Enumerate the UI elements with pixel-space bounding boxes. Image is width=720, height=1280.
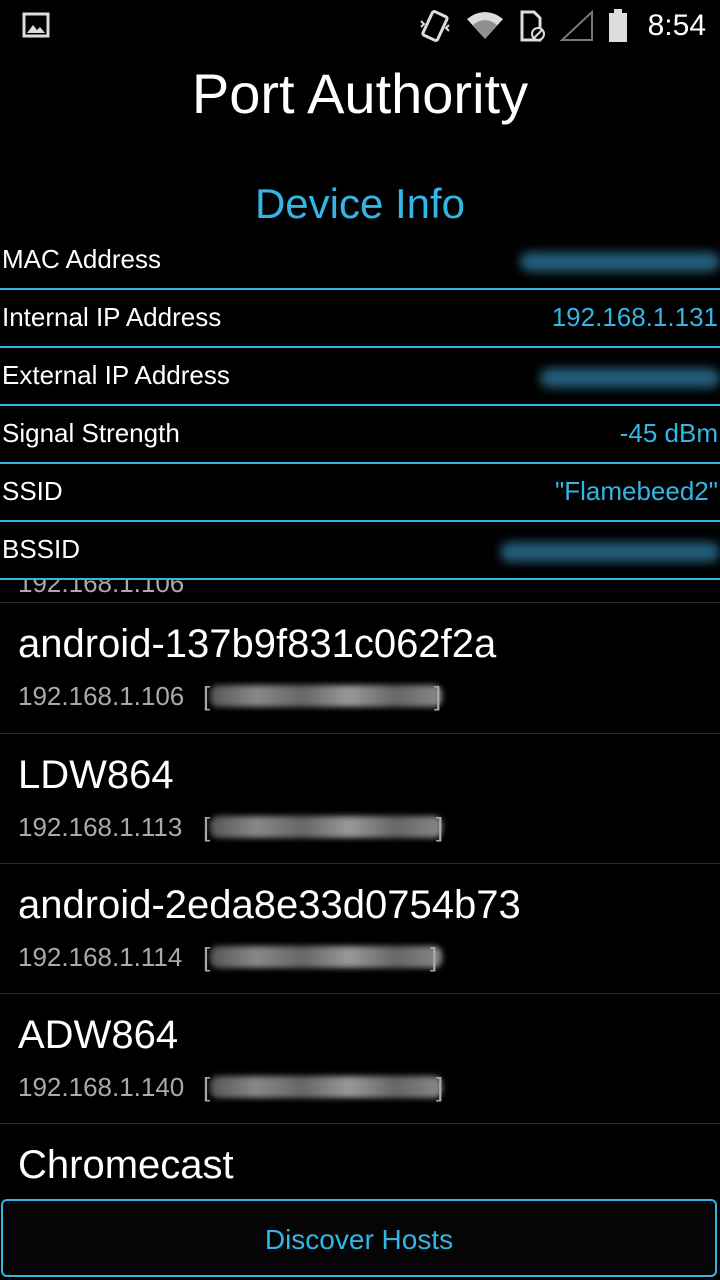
- host-item-2[interactable]: android-2eda8e33d0754b73 192.168.1.114 […: [0, 864, 720, 994]
- internal-ip-value: 192.168.1.131: [551, 302, 718, 332]
- host-name: ADW864: [18, 1013, 179, 1057]
- mac-bracket-close: ]: [436, 1072, 444, 1102]
- host-item-1[interactable]: LDW864 192.168.1.113 [ ]: [0, 734, 720, 864]
- clipped-host-ip: 192.168.1.106: [18, 580, 185, 598]
- discover-hosts-button[interactable]: Discover Hosts: [1, 1199, 717, 1277]
- signal-strength-value: -45 dBm: [619, 418, 718, 448]
- host-name: android-137b9f831c062f2a: [18, 622, 497, 666]
- ssid-row: SSID "Flamebeed2": [0, 464, 720, 522]
- host-ip: 192.168.1.140: [18, 1072, 185, 1102]
- cell-signal-icon: [559, 10, 594, 42]
- host-name: LDW864: [18, 753, 174, 797]
- internal-ip-row: Internal IP Address 192.168.1.131: [0, 290, 720, 348]
- app-title: Port Authority: [191, 62, 529, 125]
- device-info-heading: Device Info: [254, 180, 466, 227]
- bssid-row: BSSID: [0, 522, 720, 580]
- host-item-4[interactable]: Chromecast: [0, 1124, 720, 1198]
- mac-redacted: [210, 816, 442, 838]
- host-item-0[interactable]: android-137b9f831c062f2a 192.168.1.106 […: [0, 603, 720, 733]
- mac-redacted: [210, 1076, 442, 1098]
- mac-redacted: [210, 946, 442, 968]
- status-bar: 8:54: [0, 0, 720, 52]
- host-item-3[interactable]: ADW864 192.168.1.140 [ ]: [0, 994, 720, 1124]
- signal-strength-label: Signal Strength: [2, 418, 180, 448]
- vibrate-icon: [418, 9, 452, 43]
- bssid-redacted: [500, 542, 720, 562]
- mac-address-row: MAC Address: [0, 232, 720, 290]
- internal-ip-label: Internal IP Address: [2, 302, 222, 332]
- host-ip: 192.168.1.113: [18, 812, 183, 842]
- host-name: Chromecast: [18, 1143, 234, 1187]
- signal-strength-row: Signal Strength -45 dBm: [0, 406, 720, 464]
- host-list[interactable]: 192.168.1.106 android-137b9f831c062f2a 1…: [0, 580, 720, 1198]
- bssid-label: BSSID: [2, 534, 81, 564]
- mac-redacted: [210, 685, 442, 707]
- mac-bracket-close: ]: [430, 942, 438, 972]
- host-ip: 192.168.1.114: [18, 942, 183, 972]
- ssid-value: "Flamebeed2": [555, 476, 718, 506]
- clock: 8:54: [647, 9, 706, 42]
- mac-bracket-close: ]: [436, 812, 444, 842]
- ssid-label: SSID: [2, 476, 63, 506]
- device-info-table: MAC Address Internal IP Address 192.168.…: [0, 232, 720, 580]
- mac-address-label: MAC Address: [2, 244, 161, 274]
- host-name: android-2eda8e33d0754b73: [18, 883, 521, 927]
- external-ip-redacted: [540, 368, 720, 388]
- mac-address-redacted: [520, 252, 720, 272]
- host-ip: 192.168.1.106: [18, 681, 185, 711]
- external-ip-label: External IP Address: [2, 360, 230, 390]
- clipped-list-item: 192.168.1.106: [0, 580, 720, 602]
- battery-icon: [608, 9, 628, 43]
- wifi-icon: [466, 11, 504, 41]
- mac-bracket-close: ]: [434, 681, 442, 711]
- image-icon: [22, 12, 50, 38]
- sim-icon: [518, 10, 546, 42]
- external-ip-row: External IP Address: [0, 348, 720, 406]
